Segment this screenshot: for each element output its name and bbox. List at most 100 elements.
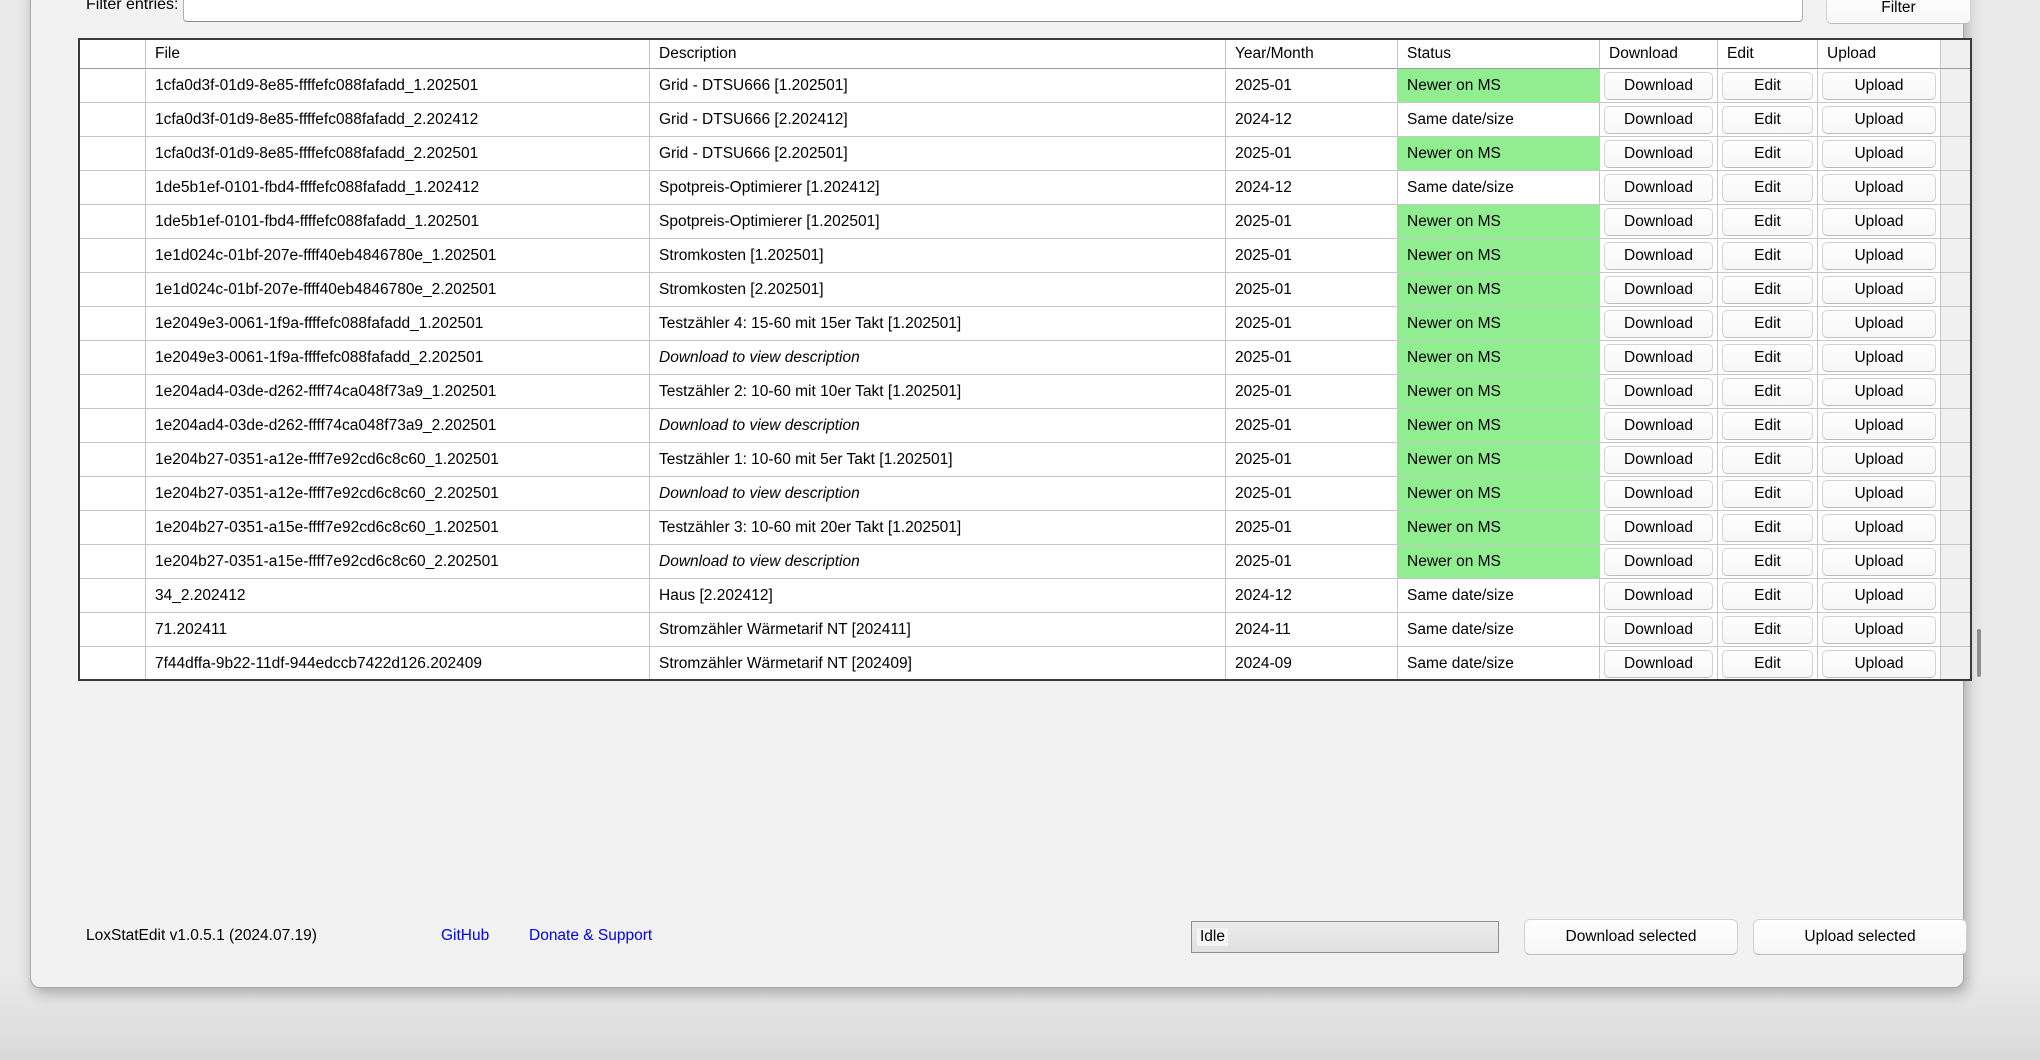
upload-row-button[interactable]: Upload — [1822, 615, 1936, 644]
row-selector-cell[interactable] — [80, 103, 146, 137]
upload-cell: Upload — [1818, 103, 1941, 137]
filler-cell — [1941, 239, 1970, 273]
row-selector-cell[interactable] — [80, 69, 146, 103]
edit-row-button[interactable]: Edit — [1722, 275, 1813, 304]
edit-row-button[interactable]: Edit — [1722, 649, 1813, 678]
download-row-button[interactable]: Download — [1604, 411, 1713, 440]
row-selector-cell[interactable] — [80, 171, 146, 205]
row-selector-cell[interactable] — [80, 409, 146, 443]
edit-row-button[interactable]: Edit — [1722, 343, 1813, 372]
status-cell: Newer on MS — [1398, 375, 1600, 409]
upload-row-button[interactable]: Upload — [1822, 173, 1936, 202]
upload-row-button[interactable]: Upload — [1822, 581, 1936, 610]
upload-row-button[interactable]: Upload — [1822, 445, 1936, 474]
filter-input[interactable] — [183, 0, 1803, 22]
upload-selected-button[interactable]: Upload selected — [1753, 919, 1967, 955]
github-link[interactable]: GitHub — [441, 927, 489, 945]
download-row-button[interactable]: Download — [1604, 71, 1713, 100]
edit-row-button[interactable]: Edit — [1722, 615, 1813, 644]
edit-row-button[interactable]: Edit — [1722, 309, 1813, 338]
upload-row-button[interactable]: Upload — [1822, 309, 1936, 338]
download-row-button[interactable]: Download — [1604, 139, 1713, 168]
row-selector-cell[interactable] — [80, 239, 146, 273]
row-selector-cell[interactable] — [80, 307, 146, 341]
year-month-cell: 2024-11 — [1226, 613, 1398, 647]
upload-cell: Upload — [1818, 613, 1941, 647]
edit-row-button[interactable]: Edit — [1722, 547, 1813, 576]
edit-row-button[interactable]: Edit — [1722, 581, 1813, 610]
edit-row-button[interactable]: Edit — [1722, 411, 1813, 440]
edit-row-button[interactable]: Edit — [1722, 71, 1813, 100]
row-selector-cell[interactable] — [80, 579, 146, 613]
download-row-button[interactable]: Download — [1604, 377, 1713, 406]
upload-row-button[interactable]: Upload — [1822, 71, 1936, 100]
download-row-button[interactable]: Download — [1604, 105, 1713, 134]
row-selector-cell[interactable] — [80, 545, 146, 579]
description-cell: Stromzähler Wärmetarif NT [202411] — [650, 613, 1226, 647]
upload-row-button[interactable]: Upload — [1822, 105, 1936, 134]
column-header-rowselect[interactable] — [80, 40, 146, 69]
download-row-button[interactable]: Download — [1604, 513, 1713, 542]
upload-row-button[interactable]: Upload — [1822, 241, 1936, 270]
download-row-button[interactable]: Download — [1604, 309, 1713, 338]
file-cell: 1e204b27-0351-a15e-ffff7e92cd6c8c60_2.20… — [146, 545, 650, 579]
filler-cell — [1941, 579, 1970, 613]
edit-row-button[interactable]: Edit — [1722, 105, 1813, 134]
row-selector-cell[interactable] — [80, 273, 146, 307]
download-row-button[interactable]: Download — [1604, 615, 1713, 644]
row-selector-cell[interactable] — [80, 613, 146, 647]
column-header-year-month[interactable]: Year/Month — [1226, 40, 1398, 69]
filter-button[interactable]: Filter — [1826, 0, 1971, 24]
donate-support-link[interactable]: Donate & Support — [529, 927, 652, 945]
download-row-button[interactable]: Download — [1604, 207, 1713, 236]
edit-row-button[interactable]: Edit — [1722, 173, 1813, 202]
edit-row-button[interactable]: Edit — [1722, 513, 1813, 542]
edit-row-button[interactable]: Edit — [1722, 139, 1813, 168]
download-row-button[interactable]: Download — [1604, 649, 1713, 678]
row-selector-cell[interactable] — [80, 511, 146, 545]
download-row-button[interactable]: Download — [1604, 173, 1713, 202]
row-selector-cell[interactable] — [80, 205, 146, 239]
upload-row-button[interactable]: Upload — [1822, 207, 1936, 236]
download-row-button[interactable]: Download — [1604, 343, 1713, 372]
download-row-button[interactable]: Download — [1604, 547, 1713, 576]
download-row-button[interactable]: Download — [1604, 275, 1713, 304]
row-selector-cell[interactable] — [80, 443, 146, 477]
vertical-scrollbar-thumb[interactable] — [1977, 629, 1981, 677]
upload-row-button[interactable]: Upload — [1822, 275, 1936, 304]
edit-row-button[interactable]: Edit — [1722, 445, 1813, 474]
upload-row-button[interactable]: Upload — [1822, 513, 1936, 542]
column-header-file[interactable]: File — [146, 40, 650, 69]
download-row-button[interactable]: Download — [1604, 241, 1713, 270]
upload-row-button[interactable]: Upload — [1822, 139, 1936, 168]
upload-row-button[interactable]: Upload — [1822, 377, 1936, 406]
edit-row-button[interactable]: Edit — [1722, 377, 1813, 406]
upload-row-button[interactable]: Upload — [1822, 411, 1936, 440]
row-selector-cell[interactable] — [80, 647, 146, 679]
column-header-status[interactable]: Status — [1398, 40, 1600, 69]
upload-row-button[interactable]: Upload — [1822, 343, 1936, 372]
row-selector-cell[interactable] — [80, 477, 146, 511]
table-row: 7f44dffa-9b22-11df-944edccb7422d126.2024… — [80, 647, 1970, 679]
row-selector-cell[interactable] — [80, 137, 146, 171]
description-cell: Download to view description — [650, 341, 1226, 375]
upload-cell: Upload — [1818, 205, 1941, 239]
column-header-description[interactable]: Description — [650, 40, 1226, 69]
download-row-button[interactable]: Download — [1604, 479, 1713, 508]
edit-row-button[interactable]: Edit — [1722, 479, 1813, 508]
row-selector-cell[interactable] — [80, 375, 146, 409]
row-selector-cell[interactable] — [80, 341, 146, 375]
column-header-download[interactable]: Download — [1600, 40, 1718, 69]
upload-row-button[interactable]: Upload — [1822, 547, 1936, 576]
edit-row-button[interactable]: Edit — [1722, 207, 1813, 236]
column-header-edit[interactable]: Edit — [1718, 40, 1818, 69]
filler-cell — [1941, 103, 1970, 137]
column-header-upload[interactable]: Upload — [1818, 40, 1941, 69]
download-selected-button[interactable]: Download selected — [1524, 919, 1738, 955]
file-cell: 71.202411 — [146, 613, 650, 647]
download-row-button[interactable]: Download — [1604, 581, 1713, 610]
upload-row-button[interactable]: Upload — [1822, 649, 1936, 678]
download-row-button[interactable]: Download — [1604, 445, 1713, 474]
edit-row-button[interactable]: Edit — [1722, 241, 1813, 270]
upload-row-button[interactable]: Upload — [1822, 479, 1936, 508]
